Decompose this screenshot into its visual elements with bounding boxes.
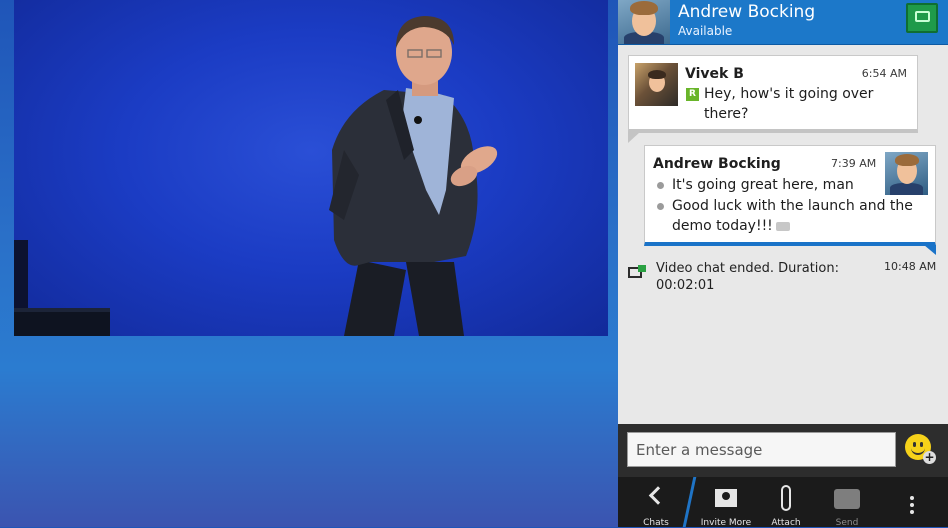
bbm-icon: [834, 489, 860, 509]
contact-name: Andrew Bocking: [678, 2, 816, 22]
message-sender: Vivek B: [685, 66, 744, 82]
video-chat-icon[interactable]: [906, 3, 938, 33]
message-time: 7:39 AM: [831, 157, 877, 170]
thumbs-up-icon: [775, 221, 790, 231]
overflow-menu-button[interactable]: [900, 477, 924, 527]
message-line: Good luck with the launch and the demo t…: [672, 198, 913, 234]
sender-avatar: [635, 63, 678, 106]
compose-bar: +: [618, 424, 948, 477]
emoji-icon[interactable]: +: [905, 434, 936, 464]
video-feed[interactable]: [14, 0, 608, 336]
paperclip-icon: [781, 485, 791, 511]
bullet-icon: [657, 182, 664, 189]
action-bar: Chats Invite More Attach Send: [618, 477, 948, 528]
action-bar-divider: [682, 477, 697, 527]
contact-add-icon: [715, 489, 737, 507]
message-input[interactable]: [627, 432, 896, 467]
sender-avatar: [885, 152, 928, 195]
contact-status: Available: [678, 24, 733, 38]
message-bubble-outgoing[interactable]: Andrew Bocking 7:39 AM It's going great …: [644, 145, 936, 255]
message-time: 6:54 AM: [861, 67, 907, 80]
system-message-time: 10:48 AM: [884, 260, 937, 273]
chats-button[interactable]: Chats: [634, 477, 678, 528]
attach-button[interactable]: Attach: [764, 477, 808, 528]
overflow-menu-icon: [910, 496, 914, 500]
contact-header[interactable]: Andrew Bocking Available: [618, 0, 948, 45]
send-button[interactable]: Send: [824, 477, 870, 528]
message-bubble-incoming[interactable]: Vivek B 6:54 AM R Hey, how's it going ov…: [628, 55, 918, 143]
chat-panel: Andrew Bocking Available Vivek B 6:54 AM…: [618, 0, 948, 528]
message-line: It's going great here, man: [672, 177, 854, 193]
chevron-left-icon: [648, 486, 668, 505]
contact-avatar[interactable]: [618, 0, 670, 44]
message-text: Hey, how's it going over there?: [704, 86, 874, 122]
video-chat-ended-icon: [628, 265, 646, 281]
read-status-badge: R: [686, 88, 699, 101]
system-message: Video chat ended. Duration: 00:02:01: [656, 261, 839, 293]
bullet-icon: [657, 203, 664, 210]
presenter-image: [14, 16, 498, 336]
invite-more-button[interactable]: Invite More: [698, 477, 754, 528]
message-sender: Andrew Bocking: [653, 156, 781, 172]
